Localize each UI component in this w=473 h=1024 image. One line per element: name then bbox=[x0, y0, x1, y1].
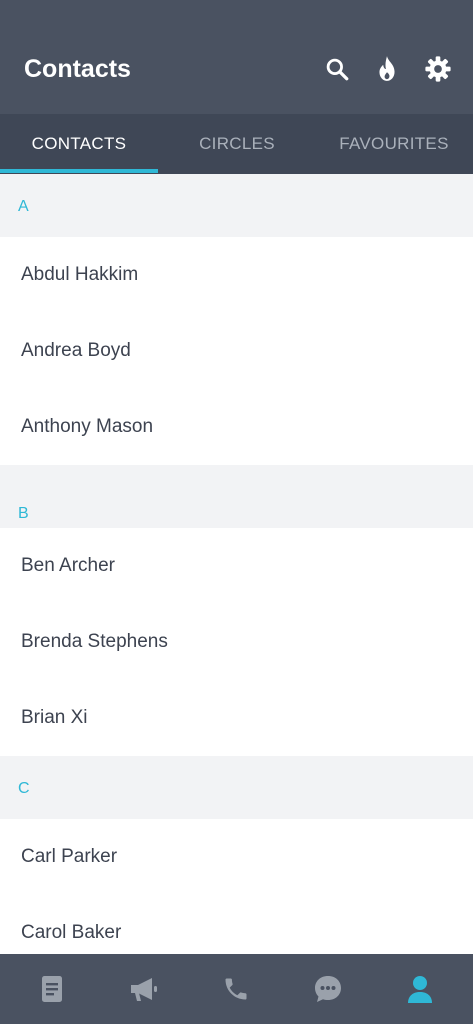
contact-list[interactable]: A Abdul Hakkim Andrea Boyd Anthony Mason… bbox=[0, 174, 473, 954]
section-letter: C bbox=[18, 780, 30, 797]
section-c-rows: Carl Parker Carol Baker bbox=[0, 819, 473, 954]
bottom-navigation bbox=[0, 954, 473, 1024]
contact-row[interactable]: Carol Baker bbox=[0, 895, 473, 954]
tab-contacts[interactable]: CONTACTS bbox=[0, 114, 158, 174]
nav-messages[interactable] bbox=[281, 954, 375, 1024]
contact-row[interactable]: Ben Archer bbox=[0, 528, 473, 604]
phone-icon bbox=[225, 978, 247, 1000]
contact-row[interactable]: Brian Xi bbox=[0, 680, 473, 756]
section-header-b: B bbox=[0, 465, 473, 528]
nav-calls[interactable] bbox=[189, 954, 283, 1024]
gear-icon bbox=[425, 56, 451, 82]
search-icon bbox=[326, 58, 349, 81]
contact-row[interactable]: Carl Parker bbox=[0, 819, 473, 895]
nav-announcements[interactable] bbox=[97, 954, 191, 1024]
section-letter: B bbox=[18, 505, 29, 522]
settings-button[interactable] bbox=[421, 52, 455, 86]
tab-favourites[interactable]: FAVOURITES bbox=[315, 114, 473, 174]
active-tab-indicator bbox=[0, 169, 158, 173]
nav-contacts[interactable] bbox=[373, 954, 467, 1024]
contact-row[interactable]: Brenda Stephens bbox=[0, 604, 473, 680]
tab-circles[interactable]: CIRCLES bbox=[158, 114, 316, 174]
person-icon bbox=[408, 976, 432, 1003]
megaphone-icon bbox=[131, 978, 157, 1001]
contact-row[interactable]: Anthony Mason bbox=[0, 389, 473, 465]
app-bar: Contacts bbox=[0, 0, 473, 114]
section-letter: A bbox=[18, 198, 29, 215]
section-b-rows: Ben Archer Brenda Stephens Brian Xi bbox=[0, 528, 473, 756]
document-icon bbox=[42, 976, 62, 1002]
section-header-c: C bbox=[0, 756, 473, 819]
flame-button[interactable] bbox=[370, 52, 404, 86]
nav-documents[interactable] bbox=[5, 954, 99, 1024]
section-a-rows: Abdul Hakkim Andrea Boyd Anthony Mason bbox=[0, 237, 473, 465]
page-title: Contacts bbox=[24, 55, 131, 83]
search-button[interactable] bbox=[320, 52, 354, 86]
flame-icon bbox=[379, 56, 395, 81]
contact-row[interactable]: Abdul Hakkim bbox=[0, 237, 473, 313]
tab-bar: CONTACTS CIRCLES FAVOURITES bbox=[0, 114, 473, 174]
contact-row[interactable]: Andrea Boyd bbox=[0, 313, 473, 389]
section-header-a: A bbox=[0, 174, 473, 237]
chat-icon bbox=[315, 976, 341, 1002]
